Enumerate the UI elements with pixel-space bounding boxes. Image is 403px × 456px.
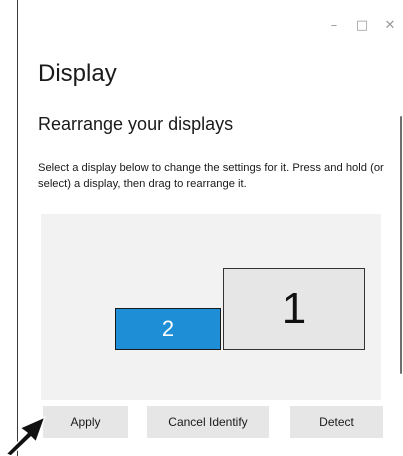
display-1-monitor[interactable]: 1: [223, 268, 365, 350]
title-bar-controls: – □ ✕: [320, 14, 403, 36]
close-button[interactable]: ✕: [376, 14, 403, 36]
section-description: Select a display below to change the set…: [38, 162, 384, 190]
maximize-button[interactable]: □: [348, 14, 376, 36]
action-button-row: Apply Cancel Identify Detect: [43, 406, 383, 438]
cancel-identify-button[interactable]: Cancel Identify: [147, 406, 269, 438]
section-title: Rearrange your displays: [38, 114, 234, 134]
settings-window: – □ ✕ Display Rearrange your displays Se…: [17, 0, 403, 456]
detect-button[interactable]: Detect: [290, 406, 383, 438]
mouse-pointer-icon: [5, 416, 46, 456]
display-arrangement-area[interactable]: 1 2: [41, 214, 381, 400]
page-title: Display: [38, 60, 117, 87]
display-2-monitor[interactable]: 2: [115, 308, 221, 350]
apply-button[interactable]: Apply: [43, 406, 128, 438]
minimize-button[interactable]: –: [320, 14, 348, 36]
vertical-scrollbar[interactable]: [400, 116, 402, 374]
